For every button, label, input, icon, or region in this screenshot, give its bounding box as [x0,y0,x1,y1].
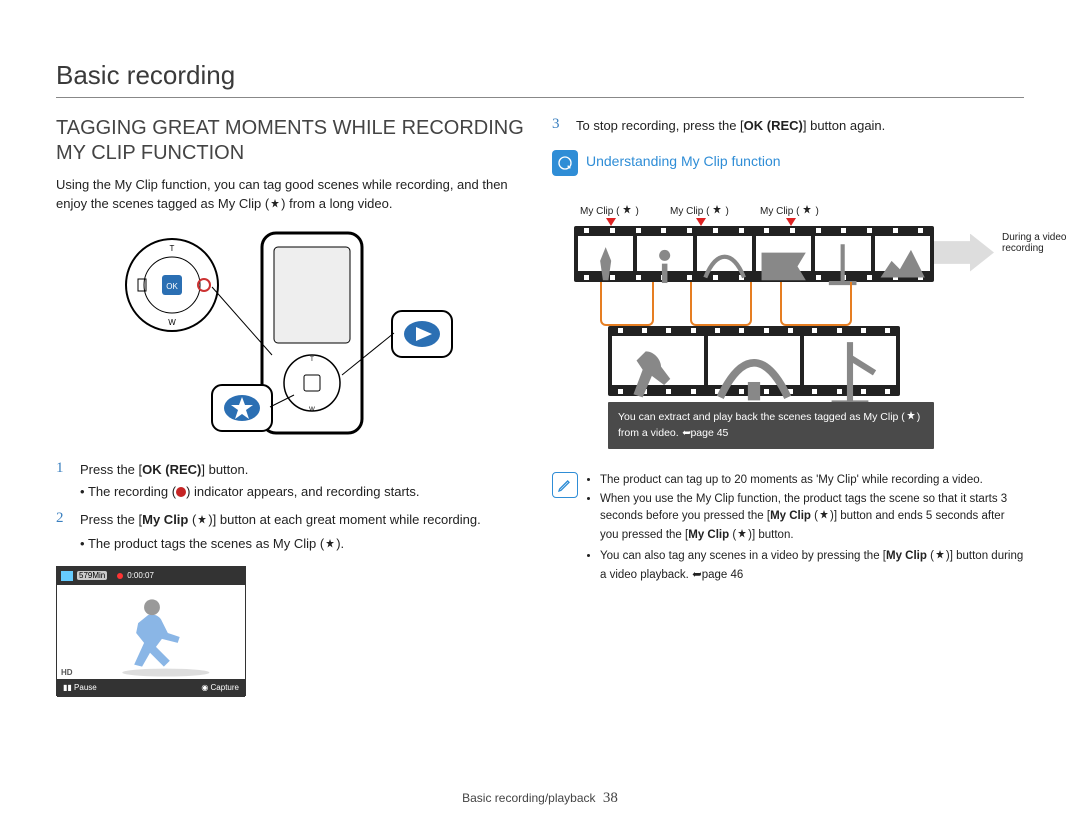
note-pencil-icon [552,472,578,498]
my-clip-diagram: My Clip () My Clip () My Clip () During … [552,186,1024,416]
info-panel: Understanding My Clip function [552,150,1024,176]
filmstrip-source [574,226,934,282]
page-title: Basic recording [56,60,1024,98]
remaining-time: 579Min [77,571,107,580]
step-3: 3 To stop recording, press the [OK (REC)… [552,116,1024,136]
hd-badge: HD [61,668,73,677]
page-footer: Basic recording/playback 38 [0,790,1080,807]
arrow-right-icon [934,234,994,272]
note-panel: The product can tag up to 20 moments as … [552,472,1024,587]
rec-dot-icon [117,573,123,579]
step-1: 1 Press the [OK (REC)] button. • The rec… [56,460,528,502]
left-column: TAGGING GREAT MOMENTS WHILE RECORDING MY… [56,116,528,696]
step-number: 3 [552,116,566,136]
step-2: 2 Press the [My Clip ()] button at each … [56,510,528,556]
note-item: You can also tag any scenes in a video b… [600,548,1024,583]
svg-text:T: T [310,357,314,363]
tag-marker-icon [606,218,616,226]
note-item: The product can tag up to 20 moments as … [600,472,1024,489]
page-number: 38 [603,790,618,806]
my-clip-icon [818,509,830,527]
preview-frame: HD [57,585,245,679]
svg-text:W: W [309,407,315,413]
during-recording-label: During a video recording [1002,232,1080,254]
myclip-tag-label: My Clip () [580,204,639,219]
preview-screenshot: 579Min 0:00:07 HD ▮▮ Pause ◉ Capture [56,566,246,696]
diagram-caption: You can extract and play back the scenes… [608,402,934,449]
intro-text: Using the My Clip function, you can tag … [56,176,528,216]
step-body: To stop recording, press the [OK (REC)] … [576,116,1024,136]
timer: 0:00:07 [127,571,154,580]
tag-marker-icon [786,218,796,226]
step-body: Press the [My Clip ()] button at each gr… [80,510,528,556]
svg-text:W: W [168,318,176,327]
my-clip-icon [736,528,748,546]
footer-section: Basic recording/playback [462,791,595,805]
myclip-tag-label: My Clip () [670,204,729,219]
my-clip-icon [324,536,336,556]
device-illustration: OK T W T W [56,220,528,450]
svg-text:T: T [170,244,175,253]
my-clip-icon [934,549,946,567]
pause-label: ▮▮ Pause [63,683,97,692]
myclip-tag-label: My Clip () [760,204,819,219]
right-column: 3 To stop recording, press the [OK (REC)… [552,116,1024,696]
info-q-icon [552,150,578,176]
note-item: When you use the My Clip function, the p… [600,491,1024,545]
section-heading: TAGGING GREAT MOMENTS WHILE RECORDING MY… [56,116,528,166]
step-body: Press the [OK (REC)] button. • The recor… [80,460,528,502]
filmstrip-extracted [608,326,900,396]
svg-text:OK: OK [166,282,178,291]
tag-marker-icon [696,218,706,226]
storage-icon [61,571,73,581]
my-clip-icon [269,197,281,216]
step-number: 2 [56,510,70,556]
note-body: The product can tag up to 20 moments as … [586,472,1024,587]
my-clip-icon [196,512,208,532]
record-indicator-icon [176,487,186,497]
capture-label: ◉ Capture [201,683,239,692]
step-number: 1 [56,460,70,502]
info-title: Understanding My Clip function [586,153,781,176]
my-clip-icon [905,410,917,427]
